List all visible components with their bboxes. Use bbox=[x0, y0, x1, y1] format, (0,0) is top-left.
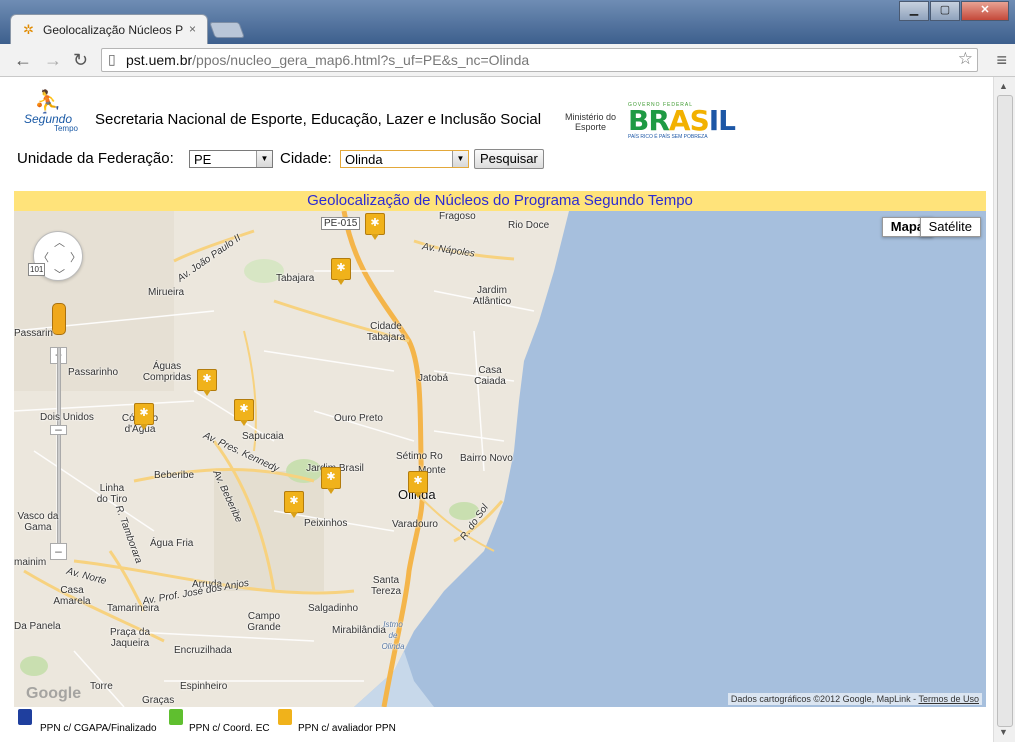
page-title: Secretaria Nacional de Esporte, Educação… bbox=[95, 111, 542, 128]
place-label: Bairro Novo bbox=[460, 453, 513, 464]
close-window-icon[interactable]: ✕ bbox=[961, 1, 1009, 21]
url-text: pst.uem.br/ppos/nucleo_gera_map6.html?s_… bbox=[126, 52, 530, 68]
road-shield-pe015: PE-015 bbox=[321, 217, 361, 230]
place-label: Beberibe bbox=[154, 470, 195, 481]
chevron-down-icon: ▼ bbox=[452, 151, 468, 167]
place-label: Cidade Tabajara bbox=[366, 321, 406, 343]
map-view[interactable]: Mapa Satélite ︿ ﹀ 〈 〉 + – – PE-015 Frago… bbox=[14, 211, 986, 707]
bookmark-star-icon[interactable]: ☆ bbox=[958, 49, 973, 69]
legend-marker-icon bbox=[278, 709, 292, 725]
athletes-icon: ⛹ bbox=[34, 89, 62, 114]
place-label: mainim bbox=[14, 557, 47, 568]
place-label: Varadouro bbox=[392, 519, 438, 530]
city-label: Cidade: bbox=[280, 150, 332, 167]
pan-down-icon[interactable]: ﹀ bbox=[54, 266, 65, 282]
place-label: Mirueira bbox=[148, 287, 185, 298]
place-label: Santa Tereza bbox=[370, 575, 401, 597]
place-label: Jatobá bbox=[418, 373, 449, 384]
uf-select[interactable]: PE ▼ bbox=[189, 150, 273, 168]
address-bar[interactable]: ▯ pst.uem.br/ppos/nucleo_gera_map6.html?… bbox=[101, 48, 978, 72]
pan-up-icon[interactable]: ︿ bbox=[54, 234, 65, 250]
place-label: Água Fria bbox=[150, 538, 194, 549]
terms-link[interactable]: Termos de Uso bbox=[918, 694, 979, 704]
browser-toolbar: ← → ↻ ▯ pst.uem.br/ppos/nucleo_gera_map6… bbox=[0, 44, 1015, 77]
place-label: Istmo de Olinda bbox=[381, 620, 405, 651]
nucleo-marker-icon[interactable]: ✱ bbox=[197, 369, 217, 396]
place-label: Casa Amarela bbox=[53, 585, 91, 607]
nucleo-marker-icon[interactable]: ✱ bbox=[365, 213, 385, 240]
uf-label: Unidade da Federação: bbox=[17, 150, 174, 167]
place-label: Espinheiro bbox=[180, 681, 228, 692]
map-attribution: Dados cartográficos ©2012 Google, MapLin… bbox=[727, 693, 982, 705]
place-label: Jardim Atlântico bbox=[472, 285, 512, 307]
map-title-banner: Geolocalização de Núcleos do Programa Se… bbox=[14, 191, 986, 211]
place-label: Casa Caiada bbox=[474, 365, 506, 387]
place-label: Salgadinho bbox=[308, 603, 359, 614]
place-label: Tabajara bbox=[276, 273, 315, 284]
nucleo-marker-icon[interactable]: ✱ bbox=[321, 467, 341, 494]
place-label: Torre bbox=[90, 681, 113, 692]
place-label: Campo Grande bbox=[247, 611, 281, 633]
forward-icon[interactable]: → bbox=[44, 50, 62, 71]
tab-close-icon[interactable]: × bbox=[189, 22, 196, 36]
zoom-slider-handle[interactable]: – bbox=[50, 423, 67, 435]
place-label: Sapucaia bbox=[242, 431, 284, 442]
place-label: Dois Unidos bbox=[40, 412, 94, 423]
place-label: Graças bbox=[142, 695, 175, 706]
brasil-logo: GOVERNO FEDERAL BRASIL PAÍS RICO É PAÍS … bbox=[628, 102, 736, 140]
menu-icon[interactable]: ≡ bbox=[996, 50, 1007, 71]
zoom-out-button[interactable]: – bbox=[50, 543, 67, 560]
minimize-icon[interactable]: ▁ bbox=[899, 1, 929, 21]
search-button[interactable]: Pesquisar bbox=[474, 149, 544, 169]
scrollbar-thumb[interactable] bbox=[997, 95, 1013, 727]
city-select[interactable]: Olinda ▼ bbox=[340, 150, 469, 168]
reload-icon[interactable]: ↻ bbox=[73, 50, 88, 71]
tab-title: Geolocalização Núcleos PS bbox=[43, 23, 183, 37]
vertical-scrollbar[interactable]: ▲ ▼ bbox=[993, 77, 1015, 742]
new-tab-button[interactable] bbox=[209, 22, 245, 38]
place-label: Ouro Preto bbox=[334, 413, 383, 424]
page-icon: ▯ bbox=[108, 51, 116, 67]
nucleo-marker-icon[interactable]: ✱ bbox=[234, 399, 254, 426]
place-label: Fragoso bbox=[439, 211, 476, 222]
chevron-down-icon: ▼ bbox=[256, 151, 272, 167]
google-logo: Google bbox=[26, 685, 82, 702]
nucleo-marker-icon[interactable]: ✱ bbox=[331, 258, 351, 285]
pan-right-icon[interactable]: 〉 bbox=[70, 249, 81, 265]
maximize-icon[interactable]: ▢ bbox=[930, 1, 960, 21]
place-label: Águas Compridas bbox=[142, 361, 192, 383]
place-label: Linha do Tiro bbox=[96, 483, 128, 505]
nucleo-marker-icon[interactable]: ✱ bbox=[284, 491, 304, 518]
place-label: Encruzilhada bbox=[174, 645, 232, 656]
place-label: Passarin bbox=[14, 328, 53, 339]
place-label: Praça da Jaqueira bbox=[109, 627, 151, 649]
place-label: Rio Doce bbox=[508, 220, 550, 231]
road-shield: 101 bbox=[28, 263, 46, 276]
place-label: Vasco da Gama bbox=[17, 511, 59, 533]
title-bar: ✲ Geolocalização Núcleos PS × ▁ ▢ ✕ bbox=[0, 0, 1015, 45]
page-content: ⛹ Segundo Tempo Secretaria Nacional de E… bbox=[0, 77, 993, 742]
place-label: Sétimo Ro bbox=[396, 451, 443, 462]
favicon-icon: ✲ bbox=[23, 22, 34, 37]
scroll-down-icon[interactable]: ▼ bbox=[999, 727, 1008, 737]
map-type-satellite-button[interactable]: Satélite bbox=[919, 217, 981, 237]
legend-marker-icon bbox=[18, 709, 32, 725]
legend-marker-icon bbox=[169, 709, 183, 725]
browser-tab[interactable]: ✲ Geolocalização Núcleos PS × bbox=[10, 14, 208, 45]
place-label: Da Panela bbox=[14, 621, 61, 632]
street-view-pegman-icon[interactable] bbox=[52, 303, 66, 335]
nucleo-marker-icon[interactable]: ✱ bbox=[408, 471, 428, 498]
nucleo-marker-icon[interactable]: ✱ bbox=[134, 403, 154, 430]
place-label: Peixinhos bbox=[304, 518, 348, 529]
back-icon[interactable]: ← bbox=[14, 50, 32, 71]
place-label: Passarinho bbox=[68, 367, 119, 378]
scroll-up-icon[interactable]: ▲ bbox=[999, 81, 1008, 91]
ministry-label: Ministério do Esporte bbox=[565, 112, 617, 132]
segundo-tempo-logo: ⛹ Segundo Tempo bbox=[18, 91, 78, 135]
